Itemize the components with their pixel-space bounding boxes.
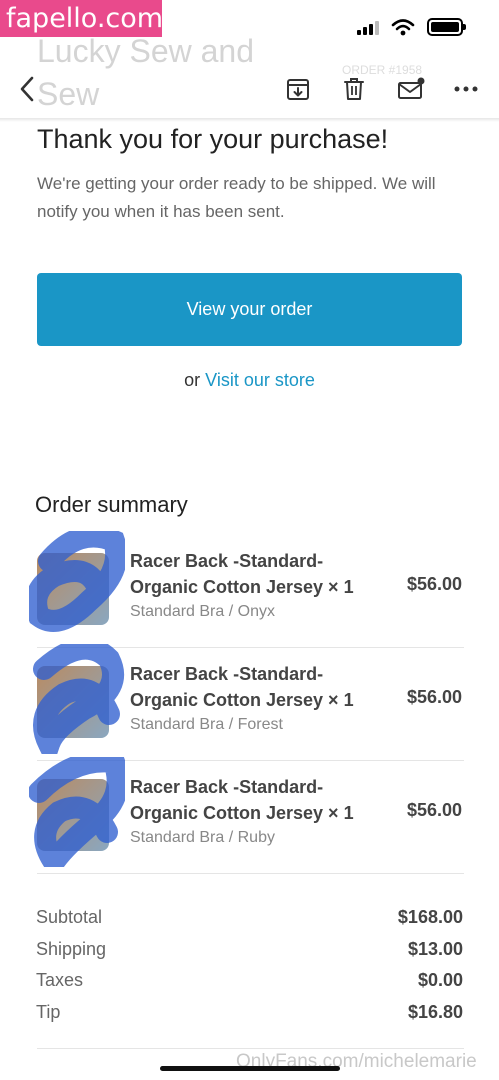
order-totals: Subtotal $168.00 Shipping $13.00 Taxes $… xyxy=(36,902,463,1028)
shipping-row: Shipping $13.00 xyxy=(36,934,463,966)
trash-button[interactable] xyxy=(339,74,369,104)
item-variant: Standard Bra / Forest xyxy=(130,716,283,733)
product-thumbnail xyxy=(33,644,124,754)
status-bar xyxy=(357,18,466,36)
tip-value: $16.80 xyxy=(407,1001,463,1022)
item-variant: Standard Bra / Onyx xyxy=(130,603,275,620)
watermark-logo: fapello.com xyxy=(0,0,163,37)
visit-store-link[interactable]: Visit our store xyxy=(205,370,315,390)
more-button[interactable] xyxy=(451,74,481,104)
wifi-icon xyxy=(391,19,415,36)
product-thumbnail xyxy=(29,531,125,632)
order-summary-title: Order summary xyxy=(35,492,188,517)
mark-unread-button[interactable] xyxy=(396,74,426,104)
tip-row: Tip $16.80 xyxy=(36,997,463,1029)
taxes-row: Taxes $0.00 xyxy=(36,965,463,997)
back-chevron-icon xyxy=(20,76,34,102)
totals-divider xyxy=(37,1048,464,1049)
view-order-button[interactable]: View your order xyxy=(37,273,462,346)
item-price: $56.00 xyxy=(406,687,462,707)
intro-text: We're getting your order ready to be shi… xyxy=(37,174,436,221)
store-prefix: or xyxy=(184,370,201,390)
item-name: Racer Back -Standard- Organic Cotton Jer… xyxy=(130,551,354,597)
store-line: or Visit our store xyxy=(0,370,499,391)
item-price: $56.00 xyxy=(406,574,462,594)
back-button[interactable] xyxy=(12,74,42,104)
archive-icon xyxy=(287,79,309,100)
mail-toolbar xyxy=(0,60,499,118)
home-indicator[interactable] xyxy=(160,1066,340,1071)
list-item[interactable]: Racer Back -Standard- Organic Cotton Jer… xyxy=(29,531,464,648)
redaction-scribble xyxy=(29,757,125,867)
battery-icon xyxy=(427,18,466,36)
redaction-scribble xyxy=(33,644,124,754)
archive-button[interactable] xyxy=(283,74,313,104)
tip-label: Tip xyxy=(36,1001,61,1022)
subtotal-value: $168.00 xyxy=(397,907,463,928)
list-item[interactable]: Racer Back -Standard- Organic Cotton Jer… xyxy=(29,757,464,874)
item-price: $56.00 xyxy=(406,800,462,820)
subtotal-row: Subtotal $168.00 xyxy=(36,902,463,934)
product-thumbnail xyxy=(29,757,125,867)
trash-icon xyxy=(344,78,364,100)
subtotal-label: Subtotal xyxy=(36,907,103,928)
redaction-scribble xyxy=(29,531,125,632)
shipping-label: Shipping xyxy=(36,938,107,959)
item-name: Racer Back -Standard- Organic Cotton Jer… xyxy=(130,777,354,823)
signal-icon xyxy=(357,19,379,35)
thank-you-heading: Thank you for your purchase! xyxy=(37,124,389,154)
item-name: Racer Back -Standard- Organic Cotton Jer… xyxy=(130,664,354,710)
more-icon xyxy=(454,86,478,92)
item-variant: Standard Bra / Ruby xyxy=(130,829,275,846)
taxes-label: Taxes xyxy=(36,970,84,991)
header-divider xyxy=(0,118,499,122)
shipping-value: $13.00 xyxy=(407,938,463,959)
taxes-value: $0.00 xyxy=(417,970,463,991)
mail-icon xyxy=(398,77,425,99)
list-item[interactable]: Racer Back -Standard- Organic Cotton Jer… xyxy=(33,644,464,761)
